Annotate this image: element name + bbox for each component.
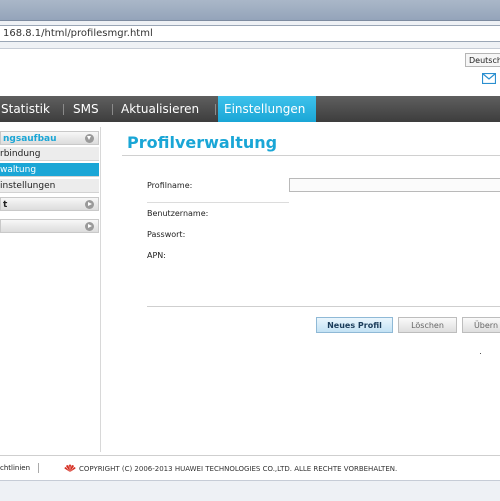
chevron-right-icon[interactable]: [85, 200, 94, 209]
sidebar-group-2[interactable]: t: [0, 197, 99, 211]
language-select[interactable]: Deutsch: [465, 53, 500, 67]
sidebar: ngsaufbau rbindung waltung instellungen …: [0, 127, 101, 452]
main-navbar: Statistik SMS Aktualisieren Einstellunge…: [0, 96, 500, 122]
huawei-logo-icon: [64, 464, 76, 472]
footer-divider: [38, 463, 39, 473]
sidebar-group-label: ngsaufbau: [3, 134, 57, 144]
chevron-down-icon[interactable]: [85, 134, 94, 143]
footer: chtlinien COPYRIGHT (C) 2006-2013 HUAWEI…: [0, 455, 500, 480]
copyright-text: COPYRIGHT (C) 2006-2013 HUAWEI TECHNOLOG…: [79, 465, 398, 473]
nav-einstellungen[interactable]: Einstellungen: [218, 96, 316, 122]
sidebar-item-profilverwaltung[interactable]: waltung: [0, 163, 99, 177]
browser-address-bar: 168.8.1/html/profilesmgr.html: [0, 21, 500, 49]
nav-statistik[interactable]: Statistik: [0, 96, 56, 122]
browser-status-bar: [0, 480, 500, 501]
title-divider: [122, 155, 500, 156]
delete-button[interactable]: Löschen: [398, 317, 457, 333]
nav-aktualisieren[interactable]: Aktualisieren: [115, 96, 205, 122]
sidebar-group-3[interactable]: [0, 219, 99, 233]
sidebar-group-label: t: [3, 200, 8, 210]
new-profile-button[interactable]: Neues Profil: [316, 317, 393, 333]
password-label: Passwort:: [147, 230, 186, 239]
profile-name-label: Profilname:: [147, 181, 193, 190]
profile-name-input[interactable]: [289, 178, 500, 192]
form-divider: [147, 306, 500, 307]
url-field[interactable]: 168.8.1/html/profilesmgr.html: [0, 25, 500, 42]
browser-title-bar: [0, 0, 500, 21]
footer-privacy-link[interactable]: chtlinien: [0, 464, 30, 472]
apply-button[interactable]: Übern: [462, 317, 500, 333]
mail-icon[interactable]: [482, 73, 496, 84]
page-title: Profilverwaltung: [127, 133, 278, 152]
sidebar-item-einstellungen[interactable]: instellungen: [0, 179, 99, 193]
chevron-right-icon[interactable]: [85, 222, 94, 231]
field-divider: [147, 202, 289, 203]
nav-divider: [215, 104, 216, 115]
username-label: Benutzername:: [147, 209, 209, 218]
apn-label: APN:: [147, 251, 166, 260]
nav-sms[interactable]: SMS: [67, 96, 105, 122]
sidebar-group-verbindungsaufbau[interactable]: ngsaufbau: [0, 131, 99, 145]
stray-dot: [480, 353, 481, 354]
sidebar-item-verbindung[interactable]: rbindung: [0, 147, 99, 161]
nav-divider: [63, 104, 64, 115]
nav-divider: [112, 104, 113, 115]
